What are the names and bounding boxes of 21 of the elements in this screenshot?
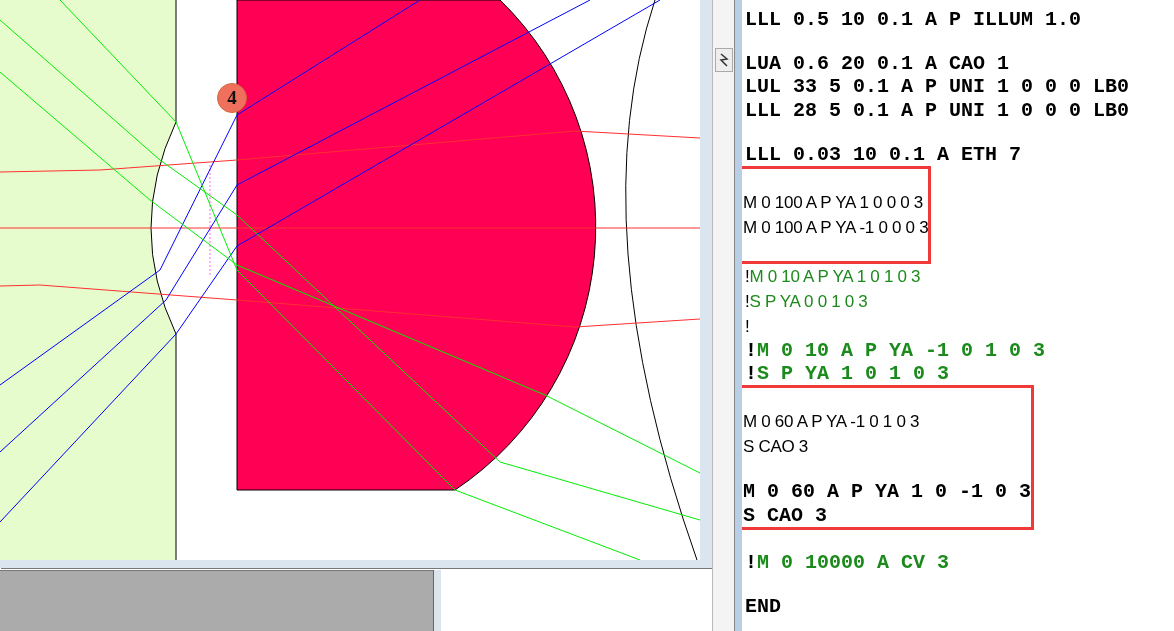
comment-line: !M 0 10000 A CV 3 (745, 550, 950, 574)
code-line: M 0 60 A P YA -1 0 1 0 3 (743, 411, 921, 434)
code-line: M 0 60 A P YA 1 0 -1 0 3 (743, 480, 1032, 504)
code-line: S CAO 3 (743, 436, 809, 459)
comment-line: !M 0 10 A P YA 1 0 1 0 3 (745, 265, 921, 288)
comment-line: ! (745, 315, 750, 338)
code-line: END (745, 594, 781, 619)
code-line: M 0 100 A P YA 1 0 0 0 3 (743, 191, 924, 214)
surface-number-badge: 4 (217, 83, 247, 113)
splitter-bar[interactable] (433, 570, 441, 631)
code-line: LUL 33 5 0.1 A P UNI 1 0 0 0 LB0 (745, 75, 1130, 99)
code-line: LLL 0.5 10 0.1 A P ILLUM 1.0 (745, 8, 1082, 32)
code-line: LLL 28 5 0.1 A P UNI 1 0 0 0 LB0 (745, 98, 1130, 122)
code-line: LLL 0.03 10 0.1 A ETH 7 (745, 142, 1022, 166)
toolbar-button[interactable] (715, 48, 733, 72)
code-line: M 0 100 A P YA -1 0 0 0 3 (743, 216, 929, 239)
comment-line: !S P YA 0 0 1 0 3 (745, 290, 868, 313)
code-line: S CAO 3 (743, 503, 828, 527)
comment-line: !M 0 10 A P YA -1 0 1 0 3 (745, 338, 1046, 363)
comment-line: !S P YA 1 0 1 0 3 (745, 362, 950, 386)
code-line: LUA 0.6 20 0.1 A CAO 1 (745, 52, 1010, 76)
